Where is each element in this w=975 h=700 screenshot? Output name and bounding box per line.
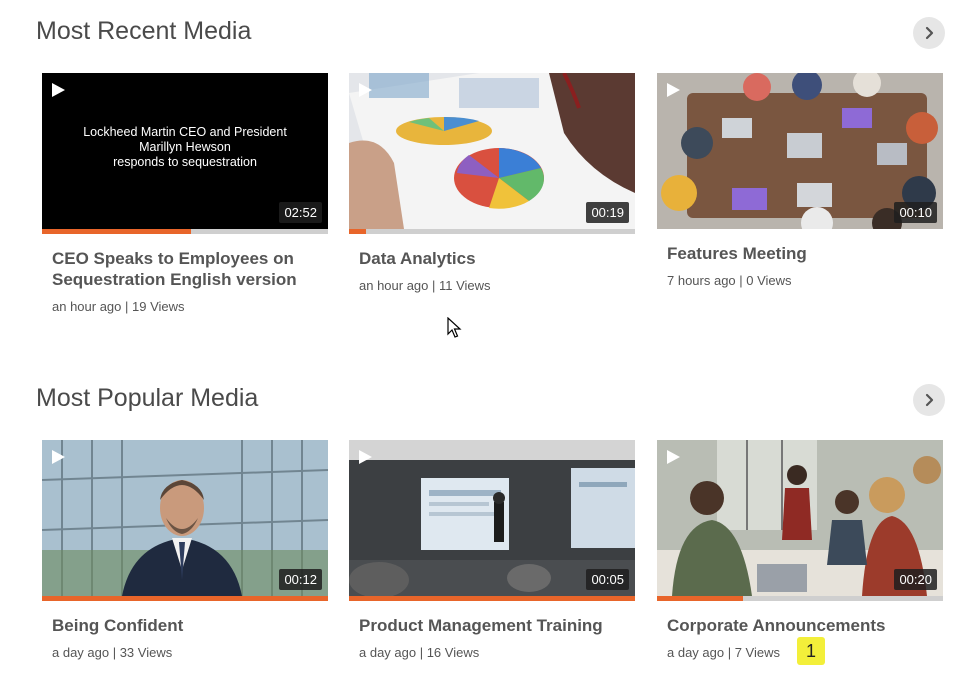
- media-thumbnail[interactable]: 00:10: [657, 73, 943, 229]
- chevron-right-icon: [925, 393, 934, 407]
- media-meta: an hour ago | 11 Views: [359, 278, 491, 293]
- media-title[interactable]: Data Analytics: [359, 248, 625, 269]
- duration-badge: 00:19: [586, 202, 629, 223]
- duration-badge: 00:12: [279, 569, 322, 590]
- play-icon: [359, 83, 372, 97]
- media-title[interactable]: Product Management Training: [359, 615, 625, 636]
- media-meta: 7 hours ago | 0 Views: [667, 273, 792, 288]
- media-card[interactable]: 00:12 Being Confident a day ago | 33 Vie…: [42, 440, 328, 660]
- media-thumbnail[interactable]: 00:20: [657, 440, 943, 596]
- section-title: Most Popular Media: [36, 384, 259, 412]
- play-icon: [667, 450, 680, 464]
- watch-progress-bar: [42, 596, 328, 601]
- watch-progress-bar: [349, 596, 635, 601]
- media-title[interactable]: Being Confident: [52, 615, 318, 636]
- media-meta: a day ago | 16 Views: [359, 645, 480, 660]
- media-title[interactable]: Corporate Announcements: [667, 615, 933, 636]
- section-title: Most Recent Media: [36, 17, 252, 45]
- watch-progress-bar: [657, 596, 943, 601]
- media-thumbnail[interactable]: 00:12: [42, 440, 328, 596]
- media-card[interactable]: 00:20 Corporate Announcements a day ago …: [657, 440, 943, 660]
- duration-badge: 02:52: [279, 202, 322, 223]
- media-card[interactable]: 00:19 Data Analytics an hour ago | 11 Vi…: [349, 73, 635, 293]
- play-icon: [359, 450, 372, 464]
- duration-badge: 00:05: [586, 569, 629, 590]
- media-card[interactable]: 00:05 Product Management Training a day …: [349, 440, 635, 660]
- media-thumbnail[interactable]: 00:19: [349, 73, 635, 229]
- media-thumbnail[interactable]: Lockheed Martin CEO and President Marill…: [42, 73, 328, 229]
- duration-badge: 00:10: [894, 202, 937, 223]
- media-title[interactable]: Features Meeting: [667, 243, 933, 264]
- chevron-right-icon: [925, 26, 934, 40]
- play-icon: [52, 83, 65, 97]
- thumbnail-caption: Lockheed Martin CEO and President Marill…: [83, 125, 287, 169]
- media-thumbnail[interactable]: 00:05: [349, 440, 635, 596]
- media-title[interactable]: CEO Speaks to Employees on Sequestration…: [52, 248, 318, 290]
- media-card[interactable]: Lockheed Martin CEO and President Marill…: [42, 73, 328, 314]
- media-meta: a day ago | 33 Views: [52, 645, 173, 660]
- media-meta: an hour ago | 19 Views: [52, 299, 185, 314]
- annotation-badge: 1: [797, 637, 825, 665]
- duration-badge: 00:20: [894, 569, 937, 590]
- play-icon: [52, 450, 65, 464]
- watch-progress-bar: [349, 229, 635, 234]
- next-button[interactable]: [913, 17, 945, 49]
- next-button[interactable]: [913, 384, 945, 416]
- media-card[interactable]: 00:10 Features Meeting 7 hours ago | 0 V…: [657, 73, 943, 288]
- mouse-cursor-icon: [447, 317, 462, 338]
- play-icon: [667, 83, 680, 97]
- watch-progress-bar: [42, 229, 328, 234]
